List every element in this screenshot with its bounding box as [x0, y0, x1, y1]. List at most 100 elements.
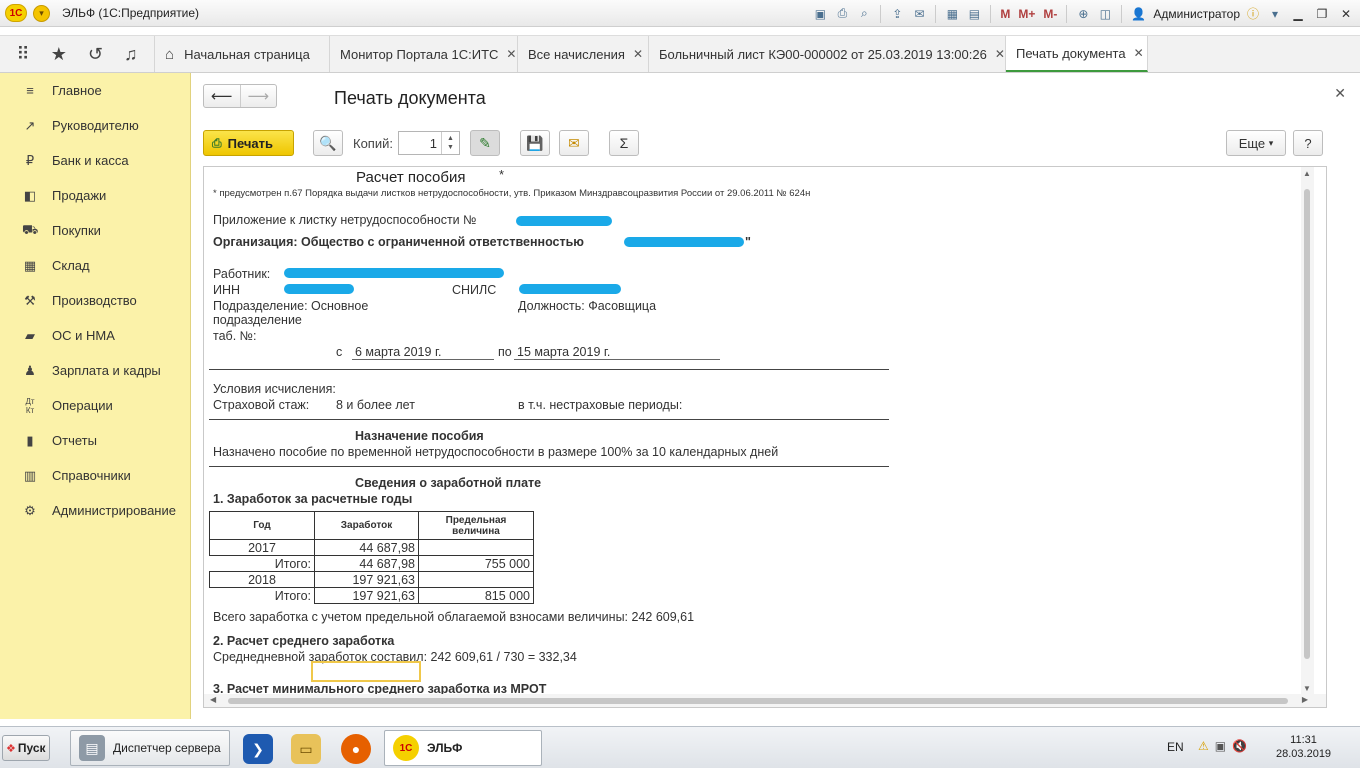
close-window-button[interactable]: ✕	[1336, 5, 1356, 23]
sidebar-item-bank[interactable]: ₽ Банк и касса	[0, 143, 190, 178]
clock[interactable]: 11:31 28.03.2019	[1276, 733, 1331, 761]
sidebar-item-manager[interactable]: ↗ Руководителю	[0, 108, 190, 143]
period-to-date: 15 марта 2019 г.	[517, 345, 611, 359]
tab-print-document[interactable]: Печать документа ✕	[1006, 36, 1148, 72]
sum-button[interactable]: Σ	[609, 130, 639, 156]
explorer-folder-icon[interactable]: ▭	[291, 734, 321, 764]
taskbar-server-manager[interactable]: ▤ Диспетчер сервера	[70, 730, 230, 766]
zoom-icon[interactable]: ⊕	[1074, 5, 1092, 23]
factory-icon: ⚒	[24, 292, 36, 308]
upload-icon[interactable]: ⇪	[888, 5, 906, 23]
scroll-up-icon[interactable]: ▲	[1303, 169, 1311, 178]
preview-button[interactable]: 🔍	[313, 130, 343, 156]
tab-sick-leave[interactable]: Больничный лист КЭ00-000002 от 25.03.201…	[649, 36, 1006, 72]
scroll-right-icon[interactable]: ▶	[1302, 695, 1308, 704]
print-icon[interactable]: ⎙	[833, 5, 851, 23]
sidebar-item-payroll[interactable]: ♟ Зарплата и кадры	[0, 353, 190, 388]
benefit-heading: Назначение пособия	[355, 429, 484, 443]
notifications-bell-icon[interactable]: ♫	[124, 44, 138, 65]
1c-logo-icon: 1C	[5, 4, 27, 22]
help-button[interactable]: ?	[1293, 130, 1323, 156]
document-viewer[interactable]: Расчет пособия * * предусмотрен п.67 Пор…	[203, 166, 1327, 708]
close-icon[interactable]: ✕	[1134, 46, 1144, 60]
sidebar-item-catalogs[interactable]: ▥ Справочники	[0, 458, 190, 493]
copies-stepper[interactable]: ▲ ▼	[441, 132, 459, 154]
memory-button[interactable]: M	[998, 7, 1012, 21]
taskbar-elf-app[interactable]: 1С ЭЛЬФ	[384, 730, 542, 766]
sections-grid-icon[interactable]: ⠿	[17, 44, 30, 65]
save-button[interactable]: 💾	[520, 130, 550, 156]
info-icon[interactable]: ⓘ	[1244, 5, 1262, 23]
warning-icon[interactable]: ⚠	[1198, 739, 1209, 753]
network-icon[interactable]: ▣	[1215, 739, 1226, 753]
close-icon[interactable]: ✕	[995, 47, 1005, 61]
preview-icon[interactable]: ⌕	[855, 5, 873, 23]
chevron-down-icon[interactable]: ▾	[1266, 5, 1284, 23]
clock-time: 11:31	[1290, 734, 1317, 746]
sidebar-item-label: Производство	[52, 293, 137, 308]
vertical-scrollbar[interactable]: ▲ ▼	[1301, 167, 1314, 695]
doc-footnote: * предусмотрен п.67 Порядка выдачи листк…	[213, 188, 811, 199]
sidebar-item-sales[interactable]: ◧ Продажи	[0, 178, 190, 213]
print-button[interactable]: ⎙ Печать	[203, 130, 294, 156]
memory-plus-button[interactable]: M+	[1016, 7, 1037, 21]
period-from-label: с	[336, 345, 343, 359]
insurance-label: Страховой стаж:	[213, 398, 310, 412]
table-cell: 755 000	[418, 555, 534, 572]
sections-sidebar: ≡ Главное ↗ Руководителю ₽ Банк и касса ◧ Пр…	[0, 73, 191, 719]
table-cell: 2018	[209, 571, 315, 588]
memory-minus-button[interactable]: M-	[1041, 7, 1059, 21]
favorites-star-icon[interactable]: ★	[51, 44, 67, 65]
save-icon[interactable]: ▣	[811, 5, 829, 23]
section-2-heading: 2. Расчет среднего заработка	[213, 634, 395, 648]
calculator-icon[interactable]: ▦	[943, 5, 961, 23]
restore-button[interactable]: ❐	[1312, 5, 1332, 23]
sidebar-item-main[interactable]: ≡ Главное	[0, 73, 190, 108]
sidebar-item-production[interactable]: ⚒ Производство	[0, 283, 190, 318]
forward-arrow-icon[interactable]: ⟶	[239, 85, 277, 107]
doc-title: Расчет пособия	[356, 169, 466, 186]
tab-home[interactable]: ⌂ Начальная страница	[155, 36, 330, 72]
close-icon[interactable]: ✕	[633, 47, 643, 61]
back-arrow-icon[interactable]: ⟵	[204, 85, 240, 107]
sidebar-item-fixed-assets[interactable]: ▰ ОС и НМА	[0, 318, 190, 353]
copies-input[interactable]: 1 ▲ ▼	[398, 131, 460, 155]
sidebar-item-administration[interactable]: ⚙ Администрирование	[0, 493, 190, 528]
underline	[514, 359, 720, 360]
subdivision-line-2: подразделение	[213, 313, 302, 327]
more-button[interactable]: Еще ▾	[1226, 130, 1286, 156]
attach-icon[interactable]: ✉	[910, 5, 928, 23]
edit-mode-button[interactable]: ✎	[470, 130, 500, 156]
sidebar-item-purchases[interactable]: ⛟ Покупки	[0, 213, 190, 248]
sidebar-item-warehouse[interactable]: ▦ Склад	[0, 248, 190, 283]
close-icon[interactable]: ✕	[1334, 85, 1346, 102]
start-button[interactable]: ❖ Пуск	[2, 735, 50, 761]
minimize-button[interactable]: ▁	[1288, 5, 1308, 23]
print-toolbar: ⎙ Печать 🔍 Копий: 1 ▲ ▼ ✎ 💾 ✉ Σ Еще ▾ ?	[203, 130, 1323, 158]
scroll-down-icon[interactable]: ▼	[1303, 684, 1311, 693]
tab-its-monitor[interactable]: Монитор Портала 1С:ИТС ✕	[330, 36, 518, 72]
powershell-icon[interactable]: ❯	[243, 734, 273, 764]
sidebar-item-label: Зарплата и кадры	[52, 363, 161, 378]
sidebar-item-operations[interactable]: Дт Кт Операции	[0, 388, 190, 423]
scroll-left-icon[interactable]: ◀	[210, 695, 216, 704]
sidebar-item-label: Справочники	[52, 468, 131, 483]
volume-icon[interactable]: 🔇	[1232, 739, 1247, 753]
selected-cell[interactable]	[311, 661, 421, 682]
send-email-button[interactable]: ✉	[559, 130, 589, 156]
horizontal-scrollbar[interactable]: ◀ ▶	[204, 694, 1326, 707]
user-name[interactable]: Администратор	[1153, 7, 1240, 21]
history-icon[interactable]: ↺	[88, 44, 103, 65]
scroll-thumb[interactable]	[1304, 189, 1310, 659]
main-menu-button[interactable]: ▾	[33, 4, 50, 22]
tab-all-accruals[interactable]: Все начисления ✕	[518, 36, 649, 72]
panels-icon[interactable]: ◫	[1096, 5, 1114, 23]
organization-quote: "	[745, 235, 751, 249]
scroll-thumb[interactable]	[228, 698, 1288, 704]
clock-date: 28.03.2019	[1276, 748, 1332, 760]
close-icon[interactable]: ✕	[506, 47, 516, 61]
language-indicator[interactable]: EN	[1167, 740, 1184, 754]
sidebar-item-reports[interactable]: ▮ Отчеты	[0, 423, 190, 458]
firefox-icon[interactable]: ●	[341, 734, 371, 764]
calendar-icon[interactable]: ▤	[965, 5, 983, 23]
